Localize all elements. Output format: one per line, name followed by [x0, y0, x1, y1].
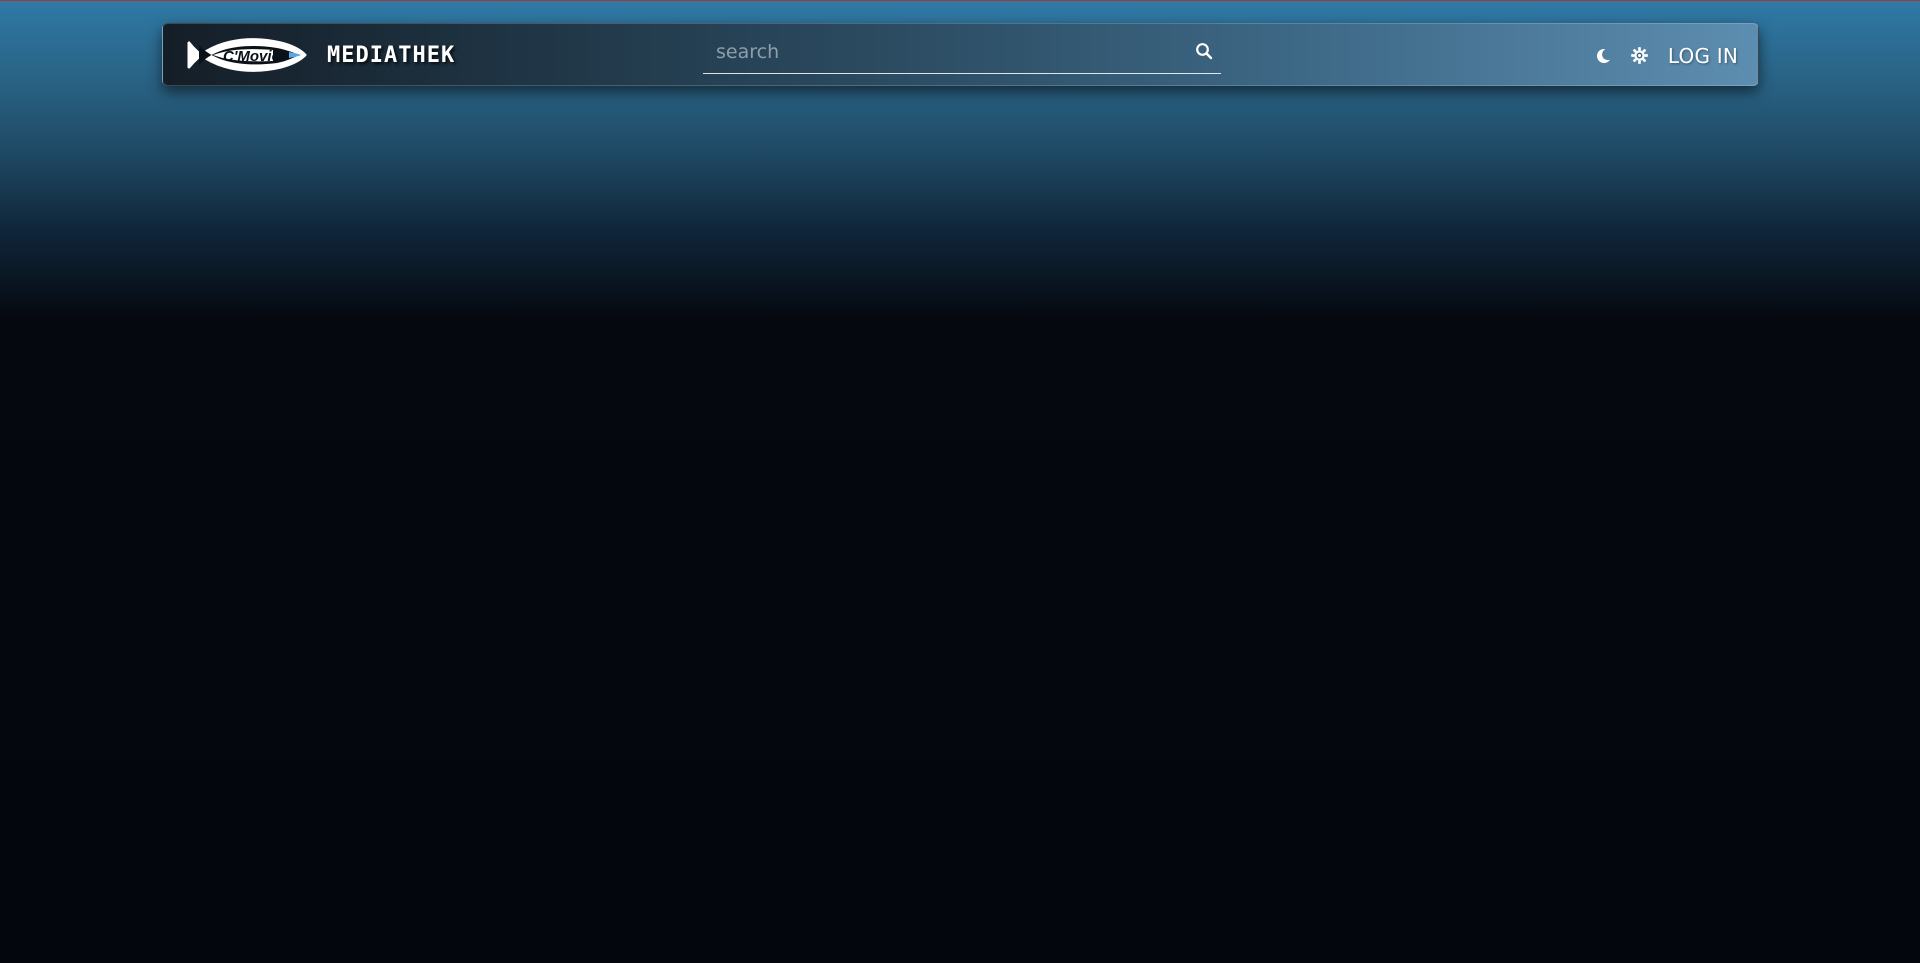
search-icon [1196, 43, 1213, 60]
moon-icon [1596, 48, 1610, 63]
search-button[interactable] [1191, 38, 1217, 64]
svg-text:C'Movie: C'Movie [223, 48, 280, 65]
header-actions: LOG IN [1590, 24, 1738, 87]
navbar: C'Movie MEDIATHEK search LOG IN [162, 23, 1759, 86]
search-bar [703, 32, 1221, 74]
main-content-area [0, 110, 1920, 963]
login-button[interactable]: LOG IN [1668, 44, 1738, 68]
brand-title: MEDIATHEK [327, 42, 456, 68]
theme-toggle-button[interactable] [1590, 43, 1616, 69]
cmovie-fish-logo: C'Movie [187, 38, 307, 72]
gear-icon [1631, 47, 1649, 64]
top-accent-line [0, 0, 1920, 1]
settings-button[interactable] [1627, 43, 1653, 69]
brand[interactable]: C'Movie MEDIATHEK [185, 35, 455, 75]
search-input[interactable] [703, 32, 1173, 72]
